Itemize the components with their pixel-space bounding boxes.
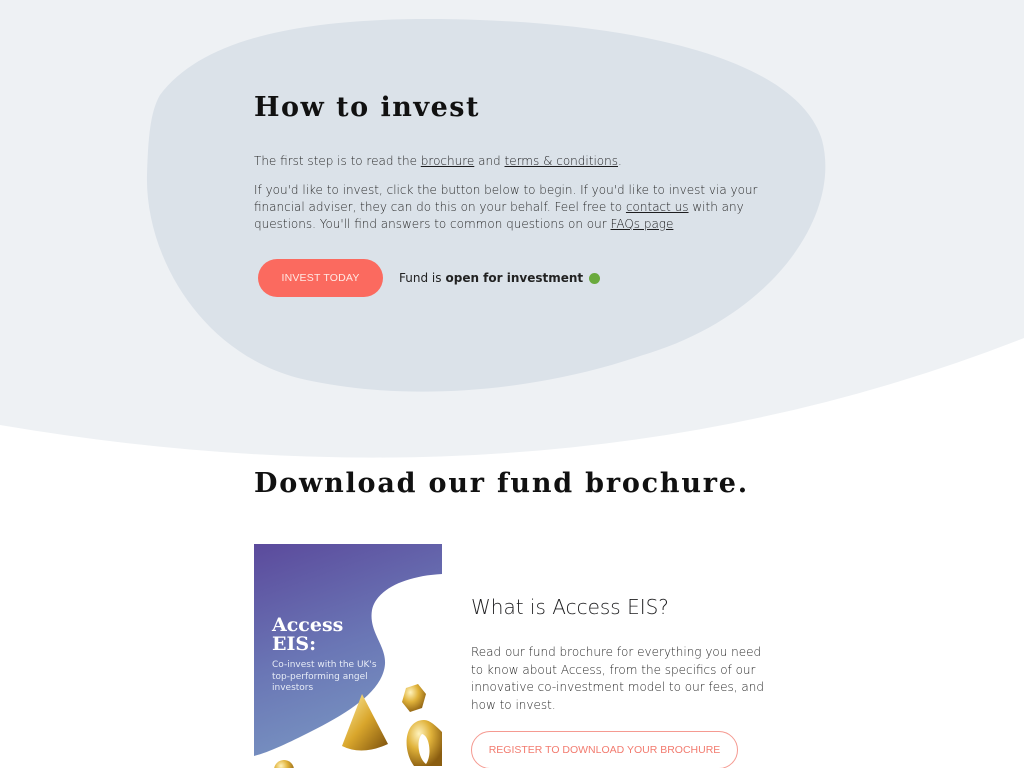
how-to-invest-section: How to invest The first step is to read …	[254, 90, 774, 297]
green-dot-icon	[589, 272, 601, 284]
brochure-description: Read our fund brochure for everything yo…	[471, 645, 764, 712]
terms-conditions-link[interactable]: terms & conditions	[505, 154, 618, 168]
how-to-invest-heading: How to invest	[254, 92, 480, 123]
register-download-brochure-button[interactable]: REGISTER TO DOWNLOAD YOUR BROCHURE	[471, 731, 738, 768]
invest-cta-row: INVEST TODAY Fund is open for investment	[258, 259, 601, 297]
brochure-info: What is Access EIS? Read our fund brochu…	[471, 592, 781, 768]
contact-us-link[interactable]: contact us	[626, 200, 689, 214]
fund-status-prefix: Fund is	[399, 271, 442, 285]
intro-text-middle: and	[474, 154, 505, 168]
what-is-access-eis-heading: What is Access EIS?	[471, 595, 669, 619]
invest-today-button[interactable]: INVEST TODAY	[258, 259, 383, 297]
brochure-cover-image: Access EIS: Co-invest with the UK's top-…	[254, 544, 442, 768]
download-brochure-heading: Download our fund brochure.	[254, 468, 749, 499]
invest-instructions-paragraph: If you'd like to invest, click the butto…	[254, 182, 764, 233]
intro-text-before: The first step is to read the	[254, 154, 421, 168]
cover-title: Access EIS:	[272, 616, 343, 654]
cover-title-line2: EIS:	[272, 633, 317, 655]
fund-status: Fund is open for investment	[399, 271, 601, 285]
brochure-link[interactable]: brochure	[421, 154, 475, 168]
cover-subtitle: Co-invest with the UK's top-performing a…	[272, 660, 377, 693]
intro-text-end: .	[617, 154, 622, 168]
intro-paragraph: The first step is to read the brochure a…	[254, 153, 774, 170]
cover-artwork	[254, 574, 442, 768]
faqs-page-link[interactable]: FAQs page	[611, 217, 674, 231]
fund-status-value: open for investment	[445, 271, 584, 285]
